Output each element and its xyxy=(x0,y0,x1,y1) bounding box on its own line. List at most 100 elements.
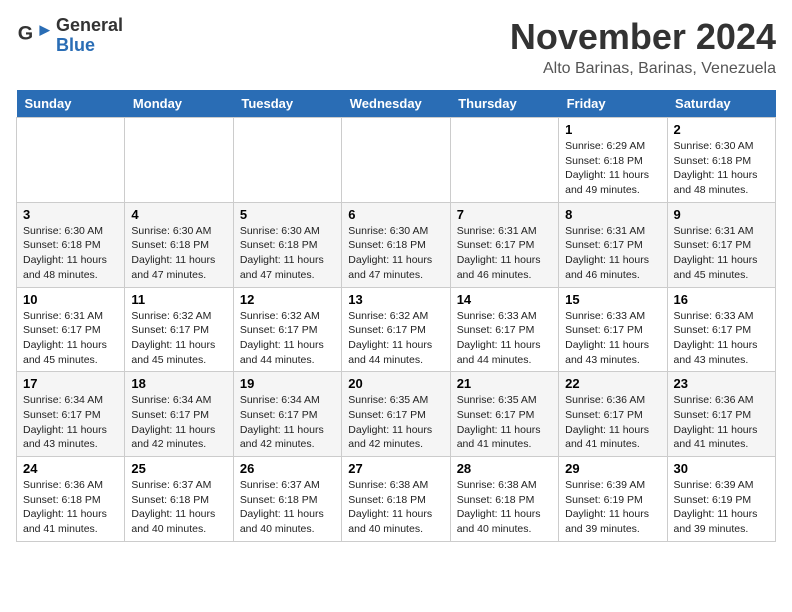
day-number: 4 xyxy=(131,207,226,222)
calendar-cell: 20 Sunrise: 6:35 AMSunset: 6:17 PMDayligh… xyxy=(342,372,450,457)
calendar-cell: 23Sunrise: 6:36 AMSunset: 6:17 PMDayligh… xyxy=(667,372,775,457)
day-info: Sunrise: 6:39 AMSunset: 6:19 PMDaylight:… xyxy=(565,478,660,537)
weekday-header-tuesday: Tuesday xyxy=(233,90,341,118)
day-info: Sunrise: 6:34 AMSunset: 6:17 PMDaylight:… xyxy=(240,393,335,452)
day-info: Sunrise: 6:38 AMSunset: 6:18 PMDaylight:… xyxy=(348,478,443,537)
day-info: Sunrise: 6:37 AMSunset: 6:18 PMDaylight:… xyxy=(240,478,335,537)
day-number: 24 xyxy=(23,461,118,476)
day-number: 6 xyxy=(348,207,443,222)
day-info: Sunrise: 6:35 AMSunset: 6:17 PMDaylight:… xyxy=(348,393,443,452)
calendar-cell: 25Sunrise: 6:37 AMSunset: 6:18 PMDayligh… xyxy=(125,457,233,542)
day-info: Sunrise: 6:32 AMSunset: 6:17 PMDaylight:… xyxy=(131,309,226,368)
calendar-cell: 4 Sunrise: 6:30 AMSunset: 6:18 PMDaylight… xyxy=(125,202,233,287)
calendar-week-5: 24 Sunrise: 6:36 AMSunset: 6:18 PMDayligh… xyxy=(17,457,776,542)
calendar-week-2: 3Sunrise: 6:30 AMSunset: 6:18 PMDaylight… xyxy=(17,202,776,287)
calendar-cell: 11 Sunrise: 6:32 AMSunset: 6:17 PMDayligh… xyxy=(125,287,233,372)
calendar-cell xyxy=(233,118,341,203)
day-number: 28 xyxy=(457,461,552,476)
day-number: 21 xyxy=(457,376,552,391)
day-info: Sunrise: 6:30 AMSunset: 6:18 PMDaylight:… xyxy=(23,224,118,283)
calendar-cell xyxy=(125,118,233,203)
day-info: Sunrise: 6:33 AMSunset: 6:17 PMDaylight:… xyxy=(565,309,660,368)
calendar-cell: 13Sunrise: 6:32 AMSunset: 6:17 PMDayligh… xyxy=(342,287,450,372)
day-info: Sunrise: 6:34 AMSunset: 6:17 PMDaylight:… xyxy=(131,393,226,452)
weekday-header-thursday: Thursday xyxy=(450,90,558,118)
day-number: 26 xyxy=(240,461,335,476)
svg-text:G: G xyxy=(18,22,33,44)
day-info: Sunrise: 6:31 AMSunset: 6:17 PMDaylight:… xyxy=(565,224,660,283)
calendar-cell: 2 Sunrise: 6:30 AMSunset: 6:18 PMDaylight… xyxy=(667,118,775,203)
day-number: 29 xyxy=(565,461,660,476)
day-info: Sunrise: 6:33 AMSunset: 6:17 PMDaylight:… xyxy=(457,309,552,368)
logo-blue: Blue xyxy=(56,36,123,56)
calendar-cell: 9Sunrise: 6:31 AMSunset: 6:17 PMDaylight… xyxy=(667,202,775,287)
calendar-cell: 19Sunrise: 6:34 AMSunset: 6:17 PMDayligh… xyxy=(233,372,341,457)
day-info: Sunrise: 6:30 AMSunset: 6:18 PMDaylight:… xyxy=(348,224,443,283)
weekday-header-wednesday: Wednesday xyxy=(342,90,450,118)
day-number: 7 xyxy=(457,207,552,222)
calendar-cell: 29 Sunrise: 6:39 AMSunset: 6:19 PMDayligh… xyxy=(559,457,667,542)
calendar-cell: 26 Sunrise: 6:37 AMSunset: 6:18 PMDayligh… xyxy=(233,457,341,542)
calendar-cell: 18Sunrise: 6:34 AMSunset: 6:17 PMDayligh… xyxy=(125,372,233,457)
calendar-cell: 1 Sunrise: 6:29 AMSunset: 6:18 PMDaylight… xyxy=(559,118,667,203)
calendar-cell: 22 Sunrise: 6:36 AMSunset: 6:17 PMDayligh… xyxy=(559,372,667,457)
day-info: Sunrise: 6:30 AMSunset: 6:18 PMDaylight:… xyxy=(240,224,335,283)
logo: G General Blue xyxy=(16,16,123,56)
calendar-cell: 16Sunrise: 6:33 AMSunset: 6:17 PMDayligh… xyxy=(667,287,775,372)
calendar-cell: 6 Sunrise: 6:30 AMSunset: 6:18 PMDaylight… xyxy=(342,202,450,287)
day-info: Sunrise: 6:36 AMSunset: 6:18 PMDaylight:… xyxy=(23,478,118,537)
day-info: Sunrise: 6:31 AMSunset: 6:17 PMDaylight:… xyxy=(457,224,552,283)
calendar-cell xyxy=(342,118,450,203)
calendar-cell xyxy=(450,118,558,203)
weekday-header-monday: Monday xyxy=(125,90,233,118)
calendar-week-3: 10Sunrise: 6:31 AMSunset: 6:17 PMDayligh… xyxy=(17,287,776,372)
calendar-cell: 28 Sunrise: 6:38 AMSunset: 6:18 PMDayligh… xyxy=(450,457,558,542)
day-info: Sunrise: 6:36 AMSunset: 6:17 PMDaylight:… xyxy=(674,393,769,452)
day-number: 12 xyxy=(240,292,335,307)
calendar-cell: 10Sunrise: 6:31 AMSunset: 6:17 PMDayligh… xyxy=(17,287,125,372)
day-number: 5 xyxy=(240,207,335,222)
day-number: 10 xyxy=(23,292,118,307)
day-info: Sunrise: 6:30 AMSunset: 6:18 PMDaylight:… xyxy=(131,224,226,283)
day-info: Sunrise: 6:32 AMSunset: 6:17 PMDaylight:… xyxy=(240,309,335,368)
logo-text: General Blue xyxy=(56,16,123,56)
day-number: 2 xyxy=(674,122,769,137)
title-block: November 2024 Alto Barinas, Barinas, Ven… xyxy=(510,16,776,78)
day-info: Sunrise: 6:39 AMSunset: 6:19 PMDaylight:… xyxy=(674,478,769,537)
day-number: 30 xyxy=(674,461,769,476)
day-info: Sunrise: 6:29 AMSunset: 6:18 PMDaylight:… xyxy=(565,139,660,198)
day-number: 20 xyxy=(348,376,443,391)
month-title: November 2024 xyxy=(510,16,776,58)
calendar-cell: 15 Sunrise: 6:33 AMSunset: 6:17 PMDayligh… xyxy=(559,287,667,372)
calendar-week-4: 17Sunrise: 6:34 AMSunset: 6:17 PMDayligh… xyxy=(17,372,776,457)
calendar-cell: 7 Sunrise: 6:31 AMSunset: 6:17 PMDaylight… xyxy=(450,202,558,287)
weekday-header-friday: Friday xyxy=(559,90,667,118)
calendar-cell: 12 Sunrise: 6:32 AMSunset: 6:17 PMDayligh… xyxy=(233,287,341,372)
weekday-header-saturday: Saturday xyxy=(667,90,775,118)
day-number: 1 xyxy=(565,122,660,137)
calendar-cell: 8Sunrise: 6:31 AMSunset: 6:17 PMDaylight… xyxy=(559,202,667,287)
day-info: Sunrise: 6:31 AMSunset: 6:17 PMDaylight:… xyxy=(674,224,769,283)
logo-icon: G xyxy=(16,18,52,54)
page-header: G General Blue November 2024 Alto Barina… xyxy=(16,16,776,78)
day-number: 15 xyxy=(565,292,660,307)
day-number: 14 xyxy=(457,292,552,307)
weekday-header-row: SundayMondayTuesdayWednesdayThursdayFrid… xyxy=(17,90,776,118)
calendar-cell: 24 Sunrise: 6:36 AMSunset: 6:18 PMDayligh… xyxy=(17,457,125,542)
day-info: Sunrise: 6:37 AMSunset: 6:18 PMDaylight:… xyxy=(131,478,226,537)
calendar-cell: 17Sunrise: 6:34 AMSunset: 6:17 PMDayligh… xyxy=(17,372,125,457)
calendar-cell: 5 Sunrise: 6:30 AMSunset: 6:18 PMDaylight… xyxy=(233,202,341,287)
day-info: Sunrise: 6:36 AMSunset: 6:17 PMDaylight:… xyxy=(565,393,660,452)
calendar-cell: 21Sunrise: 6:35 AMSunset: 6:17 PMDayligh… xyxy=(450,372,558,457)
calendar-cell: 27Sunrise: 6:38 AMSunset: 6:18 PMDayligh… xyxy=(342,457,450,542)
calendar-table: SundayMondayTuesdayWednesdayThursdayFrid… xyxy=(16,90,776,542)
day-info: Sunrise: 6:38 AMSunset: 6:18 PMDaylight:… xyxy=(457,478,552,537)
logo-general: General xyxy=(56,16,123,36)
day-info: Sunrise: 6:33 AMSunset: 6:17 PMDaylight:… xyxy=(674,309,769,368)
day-number: 13 xyxy=(348,292,443,307)
day-number: 11 xyxy=(131,292,226,307)
day-info: Sunrise: 6:30 AMSunset: 6:18 PMDaylight:… xyxy=(674,139,769,198)
location-title: Alto Barinas, Barinas, Venezuela xyxy=(510,60,776,78)
calendar-week-1: 1 Sunrise: 6:29 AMSunset: 6:18 PMDaylight… xyxy=(17,118,776,203)
day-number: 22 xyxy=(565,376,660,391)
